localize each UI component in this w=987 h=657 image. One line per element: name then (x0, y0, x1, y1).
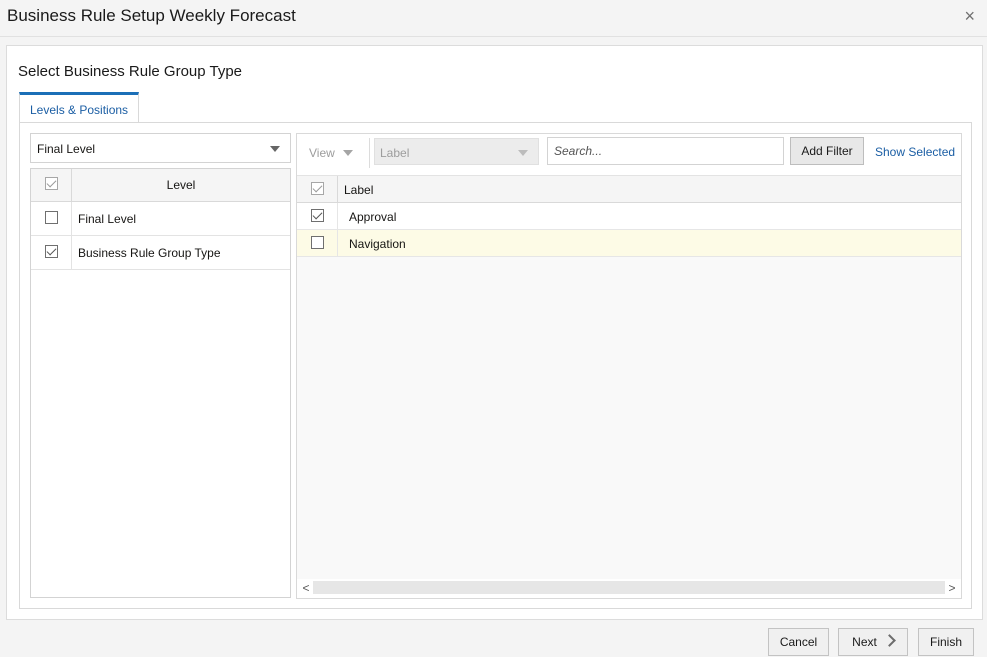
column-divider (337, 203, 338, 229)
step-title: Select Business Rule Group Type (18, 63, 243, 80)
toolbar-divider (369, 138, 370, 168)
column-divider (337, 176, 338, 202)
select-all-levels-checkbox[interactable] (45, 177, 58, 190)
label-column-header: Label (344, 183, 374, 197)
level-column-header: Level (166, 178, 196, 192)
chevron-down-icon (518, 150, 528, 156)
dialog-body: Select Business Rule Group Type Levels &… (6, 45, 983, 620)
horizontal-scrollbar[interactable]: < > (297, 579, 961, 598)
table-empty-area (297, 257, 961, 579)
row-checkbox[interactable] (311, 236, 324, 249)
row-checkbox[interactable] (45, 211, 58, 224)
scroll-thumb[interactable] (313, 581, 945, 594)
level-dropdown-value: Final Level (37, 142, 96, 156)
finish-button[interactable]: Finish (918, 628, 974, 656)
table-toolbar: View Label Add Filter Show Selected (297, 134, 961, 176)
column-divider (337, 230, 338, 256)
column-divider (71, 236, 72, 269)
row-label: Navigation (349, 237, 406, 251)
dialog-title: Business Rule Setup Weekly Forecast (7, 6, 296, 25)
chevron-down-icon (270, 146, 280, 152)
show-selected-link[interactable]: Show Selected (875, 145, 955, 159)
table-row[interactable]: Navigation (297, 230, 961, 257)
add-filter-button[interactable]: Add Filter (790, 137, 864, 165)
row-label: Business Rule Group Type (78, 246, 221, 260)
table-row[interactable]: Approval (297, 203, 961, 230)
scroll-right-icon[interactable]: > (945, 581, 959, 596)
chevron-down-icon (343, 150, 353, 156)
table-row[interactable]: Business Rule Group Type (31, 236, 290, 270)
filter-attribute-value: Label (380, 146, 410, 160)
next-button[interactable]: Next (838, 628, 908, 656)
row-label: Final Level (78, 212, 137, 226)
view-menu-button[interactable]: View (309, 146, 353, 160)
column-divider (71, 202, 72, 235)
level-table-header: Level (31, 169, 290, 202)
tab-panel: Final Level Level Final Level Business R… (19, 122, 972, 609)
row-checkbox[interactable] (311, 209, 324, 222)
table-row[interactable]: Final Level (31, 202, 290, 236)
row-label: Approval (349, 210, 397, 224)
position-table-header: Label (297, 176, 961, 203)
level-dropdown[interactable]: Final Level (30, 133, 291, 163)
level-table: Level Final Level Business Rule Group Ty… (30, 168, 291, 598)
chevron-right-icon (882, 634, 896, 647)
search-input[interactable] (547, 137, 784, 165)
view-label: View (309, 146, 335, 160)
row-checkbox[interactable] (45, 245, 58, 258)
position-table-panel: View Label Add Filter Show Selected Labe… (296, 133, 962, 599)
tab-levels-positions[interactable]: Levels & Positions (19, 92, 140, 122)
select-all-positions-checkbox[interactable] (311, 182, 324, 195)
close-icon[interactable]: × (964, 6, 975, 27)
next-label: Next (852, 635, 877, 649)
filter-attribute-dropdown[interactable]: Label (374, 138, 539, 165)
cancel-button[interactable]: Cancel (768, 628, 829, 656)
scroll-left-icon[interactable]: < (299, 581, 313, 596)
dialog-title-bar: Business Rule Setup Weekly Forecast × (0, 0, 987, 37)
